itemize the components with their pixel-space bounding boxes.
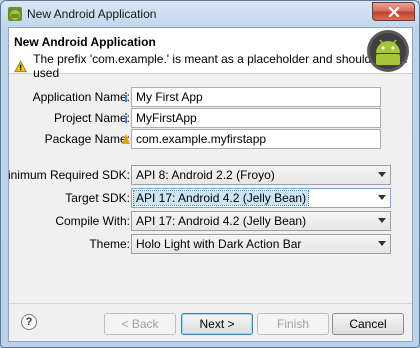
compile-with-value: API 17: Android 4.2 (Jelly Bean) bbox=[136, 214, 307, 228]
target-sdk-select[interactable]: API 17: Android 4.2 (Jelly Bean) bbox=[131, 188, 391, 208]
min-sdk-row: Minimum Required SDK: API 8: Android 2.2… bbox=[9, 165, 412, 185]
dialog-window: New Android Application New Android Appl… bbox=[0, 0, 420, 348]
theme-value: Holo Light with Dark Action Bar bbox=[136, 237, 302, 251]
warning-icon bbox=[14, 59, 27, 72]
theme-row: Theme: Holo Light with Dark Action Bar bbox=[9, 234, 412, 254]
eclipse-app-icon bbox=[8, 7, 22, 21]
help-button[interactable]: ? bbox=[21, 314, 37, 330]
close-button[interactable] bbox=[372, 2, 415, 21]
project-name-row: Project Name: MyFirstApp bbox=[9, 108, 412, 128]
project-name-label: Project Name: bbox=[53, 111, 130, 125]
min-sdk-value: API 8: Android 2.2 (Froyo) bbox=[136, 168, 275, 182]
wizard-header: New Android Application The prefix 'com.… bbox=[9, 28, 412, 80]
compile-with-row: Compile With: API 17: Android 4.2 (Jelly… bbox=[9, 211, 412, 231]
target-sdk-row: Target SDK: API 17: Android 4.2 (Jelly B… bbox=[9, 188, 412, 208]
compile-with-select[interactable]: API 17: Android 4.2 (Jelly Bean) bbox=[131, 211, 391, 231]
chevron-down-icon bbox=[378, 241, 386, 246]
next-button[interactable]: Next > bbox=[181, 313, 253, 335]
package-name-label: Package Name: bbox=[44, 132, 130, 146]
close-icon bbox=[387, 6, 400, 17]
application-name-row: Application Name: My First App bbox=[9, 87, 412, 107]
theme-label: Theme: bbox=[89, 237, 130, 251]
title-bar: New Android Application bbox=[1, 1, 419, 27]
page-title: New Android Application bbox=[14, 35, 156, 49]
warning-text: The prefix 'com.example.' is meant as a … bbox=[33, 52, 408, 80]
target-sdk-label: Target SDK: bbox=[65, 191, 130, 205]
warning-small-icon bbox=[122, 134, 130, 144]
android-logo-icon bbox=[367, 30, 409, 72]
cancel-button[interactable]: Cancel bbox=[332, 313, 404, 335]
chevron-down-icon bbox=[378, 195, 386, 200]
footer-divider bbox=[9, 303, 412, 304]
chevron-down-icon bbox=[378, 172, 386, 177]
theme-select[interactable]: Holo Light with Dark Action Bar bbox=[131, 234, 391, 254]
project-name-field[interactable]: MyFirstApp bbox=[131, 108, 381, 128]
target-sdk-value: API 17: Android 4.2 (Jelly Bean) bbox=[132, 190, 310, 206]
dialog-content: New Android Application The prefix 'com.… bbox=[8, 27, 413, 342]
warning-message: The prefix 'com.example.' is meant as a … bbox=[14, 52, 412, 80]
compile-with-label: Compile With: bbox=[55, 214, 130, 228]
application-name-field[interactable]: My First App bbox=[131, 87, 381, 107]
info-icon bbox=[125, 113, 127, 123]
min-sdk-select[interactable]: API 8: Android 2.2 (Froyo) bbox=[131, 165, 391, 185]
package-name-row: Package Name: com.example.myfirstapp bbox=[9, 129, 412, 149]
window-title: New Android Application bbox=[27, 7, 157, 21]
finish-button[interactable]: Finish bbox=[257, 313, 329, 335]
application-name-label: Application Name: bbox=[32, 90, 130, 104]
package-name-field[interactable]: com.example.myfirstapp bbox=[131, 129, 381, 149]
back-button[interactable]: < Back bbox=[104, 313, 176, 335]
info-icon bbox=[125, 92, 127, 102]
min-sdk-label: Minimum Required SDK: bbox=[8, 168, 130, 182]
chevron-down-icon bbox=[378, 218, 386, 223]
